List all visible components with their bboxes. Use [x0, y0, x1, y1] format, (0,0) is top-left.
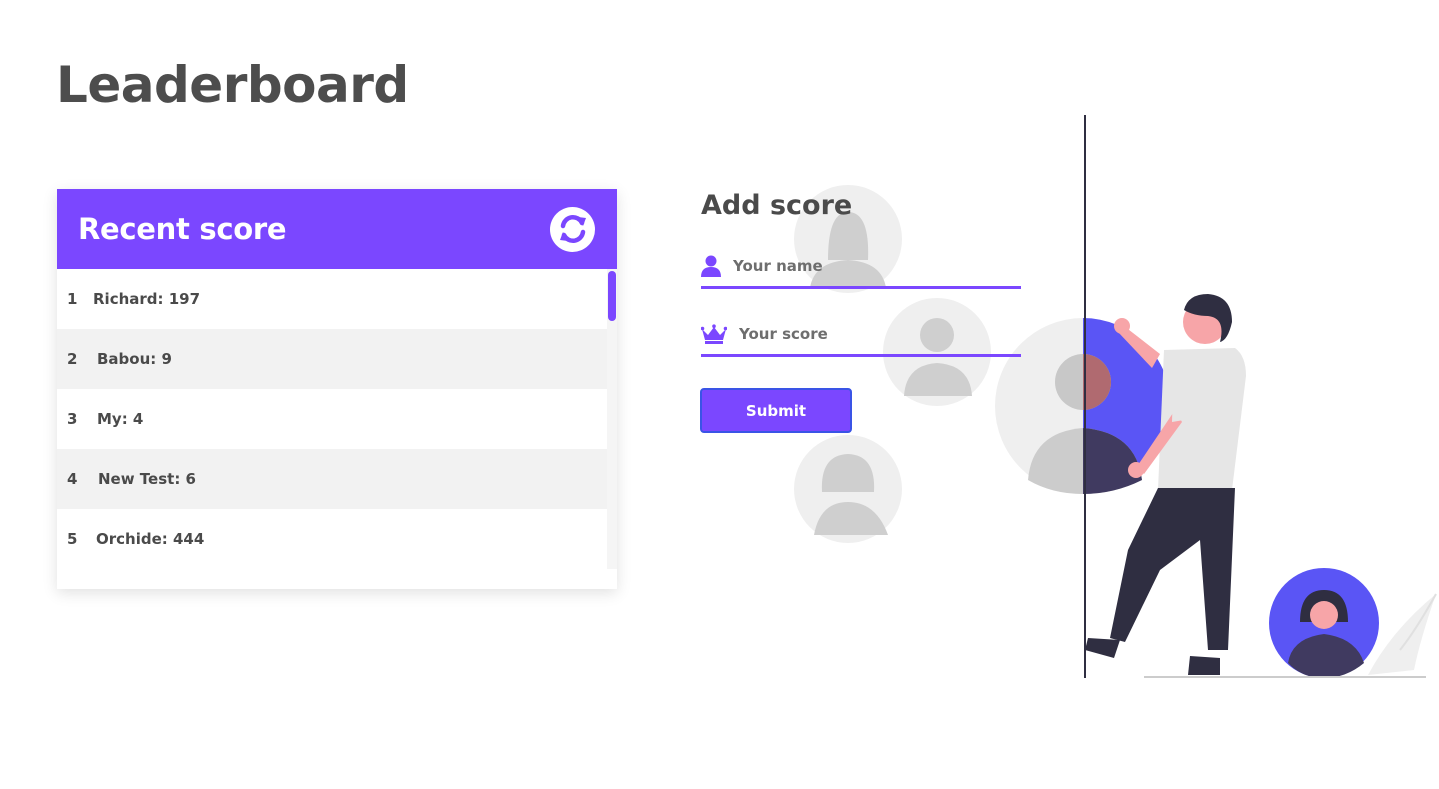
score-text: My: 4 [97, 410, 144, 428]
score-row: 5 Orchide: 444 [57, 509, 607, 569]
leaderboard-illustration [794, 115, 1437, 678]
recent-score-card: Recent score 1 Richard: 197 2 Babou: 9 3… [57, 189, 617, 589]
card-title: Recent score [78, 212, 287, 246]
score-input[interactable] [739, 324, 999, 343]
score-rank: 3 [67, 410, 78, 428]
name-input[interactable] [733, 256, 993, 275]
refresh-icon [559, 215, 586, 243]
crown-icon [701, 323, 727, 344]
score-list[interactable]: 1 Richard: 197 2 Babou: 9 3 My: 4 4 New … [57, 269, 617, 569]
score-row: 3 My: 4 [57, 389, 607, 449]
score-text: Richard: 197 [93, 290, 201, 308]
score-rank: 1 [67, 290, 78, 308]
score-field [701, 313, 1021, 357]
score-rank: 4 [67, 470, 78, 488]
score-text: New Test: 6 [98, 470, 196, 488]
card-header: Recent score [57, 189, 617, 269]
score-row: 4 New Test: 6 [57, 449, 607, 509]
score-rank: 5 [67, 530, 78, 548]
refresh-button[interactable] [550, 206, 595, 252]
score-row: 2 Babou: 9 [57, 329, 607, 389]
submit-button[interactable]: Submit [700, 388, 852, 433]
user-icon [701, 255, 721, 277]
leaf-icon [1368, 594, 1436, 675]
score-rank: 2 [67, 350, 78, 368]
scrollbar[interactable] [607, 269, 617, 569]
add-score-title: Add score [701, 190, 853, 221]
name-field [701, 245, 1021, 289]
scrollbar-thumb[interactable] [608, 271, 616, 321]
score-text: Orchide: 444 [96, 530, 205, 548]
score-text: Babou: 9 [97, 350, 172, 368]
avatar-placeholder-icon [794, 435, 902, 543]
score-row: 1 Richard: 197 [57, 269, 607, 329]
page-title: Leaderboard [56, 56, 409, 114]
avatar-icon [1269, 568, 1379, 678]
